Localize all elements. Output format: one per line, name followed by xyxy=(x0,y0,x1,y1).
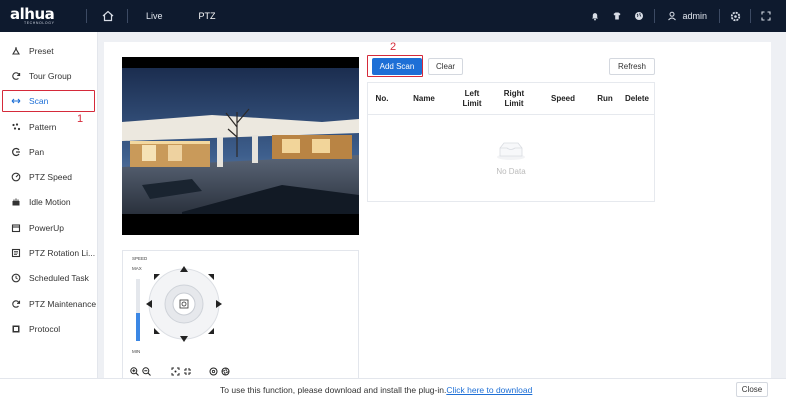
arrow-right-icon[interactable] xyxy=(215,300,223,308)
powerup-icon xyxy=(11,223,21,233)
sidebar-item-label: Protocol xyxy=(29,323,61,334)
arrow-up-left-icon[interactable] xyxy=(154,274,161,281)
dahua-logo: alhua TECHNOLOGY xyxy=(10,4,55,25)
direction-pad xyxy=(145,265,223,343)
nav-live[interactable]: Live xyxy=(128,0,181,32)
sidebar-item-protocol[interactable]: Protocol xyxy=(0,316,97,341)
sidebar: Preset Tour Group Scan Pattern Pan PTZ S… xyxy=(0,32,98,400)
arrow-left-icon[interactable] xyxy=(145,300,153,308)
pan-icon xyxy=(11,147,21,157)
step-2-label: 2 xyxy=(390,41,397,53)
preset-icon xyxy=(11,46,21,56)
rotation-limit-icon xyxy=(11,248,21,258)
column-header-delete: Delete xyxy=(624,94,649,103)
column-header-no: No. xyxy=(375,94,389,103)
focus-near-icon[interactable] xyxy=(171,367,180,376)
protocol-icon xyxy=(11,324,21,334)
user-icon xyxy=(668,11,677,21)
highlight-add-scan xyxy=(367,55,423,77)
sidebar-item-powerup[interactable]: PowerUp xyxy=(0,215,97,240)
sidebar-item-preset[interactable]: Preset xyxy=(0,38,97,63)
refresh-button[interactable]: Refresh xyxy=(609,58,655,75)
bell-icon[interactable] xyxy=(589,10,601,22)
sidebar-item-label: Pattern xyxy=(29,121,57,132)
arrow-up-icon[interactable] xyxy=(180,265,188,273)
tour-group-icon xyxy=(11,71,21,81)
column-header-run: Run xyxy=(597,94,613,103)
scan-table: No. Name Left Limit Right Limit Speed Ru… xyxy=(367,82,655,202)
video-preview xyxy=(122,57,359,235)
empty-box-icon xyxy=(497,142,525,160)
sidebar-item-idle-motion[interactable]: Idle Motion xyxy=(0,190,97,215)
speed-label: SPEED xyxy=(132,256,148,261)
zoom-out-icon[interactable] xyxy=(142,367,151,376)
scheduled-task-icon xyxy=(11,273,21,283)
column-header-right-limit: Right Limit xyxy=(503,89,525,108)
highlight-scan xyxy=(2,90,95,112)
sidebar-item-label: Scheduled Task xyxy=(29,273,89,284)
iris-close-icon[interactable] xyxy=(221,367,230,376)
fullscreen-icon[interactable] xyxy=(760,10,772,22)
settings-icon[interactable] xyxy=(729,10,741,22)
maintenance-icon xyxy=(11,299,21,309)
globe-icon[interactable] xyxy=(633,10,645,22)
clear-button[interactable]: Clear xyxy=(428,58,463,75)
column-header-name: Name xyxy=(413,94,435,103)
plugin-message: To use this function, please download an… xyxy=(220,385,532,395)
sidebar-item-scheduled-task[interactable]: Scheduled Task xyxy=(0,266,97,291)
home-icon[interactable] xyxy=(101,9,115,23)
sidebar-item-label: Tour Group xyxy=(29,70,72,81)
iris-open-icon[interactable] xyxy=(209,367,218,376)
plugin-notice-bar: To use this function, please download an… xyxy=(0,378,786,400)
header-divider xyxy=(86,9,87,23)
sidebar-item-ptz-speed[interactable]: PTZ Speed xyxy=(0,164,97,189)
empty-state-text: No Data xyxy=(496,167,526,176)
ptz-speed-icon xyxy=(11,172,21,182)
arrow-down-icon[interactable] xyxy=(180,335,188,343)
sidebar-item-label: PTZ Rotation Li... xyxy=(29,248,96,259)
table-header: No. Name Left Limit Right Limit Speed Ru… xyxy=(368,83,654,115)
step-1-label: 1 xyxy=(77,113,84,125)
plugin-message-text: To use this function, please download an… xyxy=(220,385,447,395)
ptz-control-panel: SPEED MAX MIN xyxy=(122,250,359,390)
main-content: SPEED MAX MIN Add Scan Clear Refresh No.… xyxy=(104,42,771,400)
sidebar-item-ptz-maintenance[interactable]: PTZ Maintenance xyxy=(0,291,97,316)
sidebar-item-label: Idle Motion xyxy=(29,197,71,208)
sidebar-item-label: PowerUp xyxy=(29,222,64,233)
shirt-icon[interactable] xyxy=(611,10,623,22)
sidebar-item-tour-group[interactable]: Tour Group xyxy=(0,63,97,88)
pattern-icon xyxy=(11,122,21,132)
user-menu[interactable]: admin xyxy=(667,11,707,21)
speed-slider-fill xyxy=(136,313,140,341)
video-frame xyxy=(122,57,359,235)
max-label: MAX xyxy=(132,266,142,271)
sidebar-item-ptz-rotation-limit[interactable]: PTZ Rotation Li... xyxy=(0,240,97,265)
sidebar-item-label: Pan xyxy=(29,146,45,157)
column-header-speed: Speed xyxy=(550,94,575,103)
column-header-left-limit: Left Limit xyxy=(462,89,482,108)
3d-positioning-icon[interactable] xyxy=(179,299,189,309)
min-label: MIN xyxy=(132,349,141,354)
header-divider xyxy=(719,9,720,23)
header-divider xyxy=(750,9,751,23)
speed-slider[interactable] xyxy=(136,279,140,341)
sidebar-item-pan[interactable]: Pan xyxy=(0,139,97,164)
zoom-in-icon[interactable] xyxy=(130,367,139,376)
username: admin xyxy=(682,11,707,21)
arrow-up-right-icon[interactable] xyxy=(207,274,214,281)
sidebar-item-label: PTZ Speed xyxy=(29,172,72,183)
arrow-down-right-icon[interactable] xyxy=(207,327,214,334)
nav-ptz[interactable]: PTZ xyxy=(181,0,234,32)
sidebar-item-label: PTZ Maintenance xyxy=(29,298,97,309)
download-plugin-link[interactable]: Click here to download xyxy=(446,385,532,395)
arrow-down-left-icon[interactable] xyxy=(154,327,161,334)
close-button[interactable]: Close xyxy=(736,382,768,397)
header-divider xyxy=(654,9,656,23)
top-bar: alhua TECHNOLOGY Live PTZ admin xyxy=(0,0,786,32)
sidebar-item-label: Preset xyxy=(29,45,54,56)
focus-far-icon[interactable] xyxy=(183,367,192,376)
idle-motion-icon xyxy=(11,197,21,207)
